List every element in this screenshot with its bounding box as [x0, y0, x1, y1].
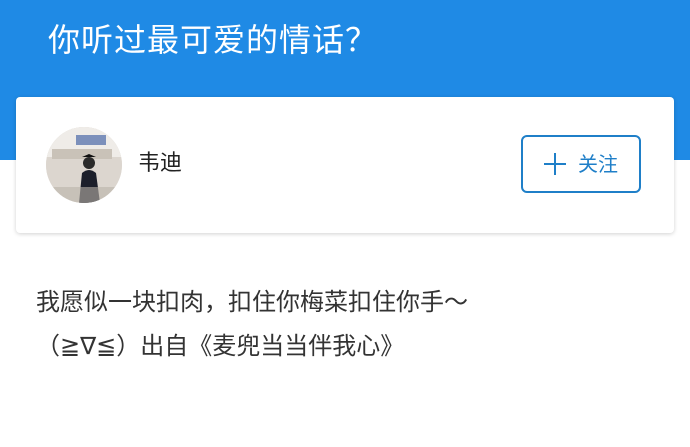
user-avatar-photo-icon — [46, 127, 122, 203]
question-title[interactable]: 你听过最可爱的情话？ — [48, 16, 378, 64]
answer-line: （≧∇≦）出自《麦兜当当伴我心》 — [36, 332, 405, 360]
avatar[interactable] — [46, 127, 122, 203]
answer-body: 我愿似一块扣肉，扣住你梅菜扣住你手～ （≧∇≦）出自《麦兜当当伴我心》 — [36, 280, 656, 368]
author-card: 韦迪 关注 — [16, 97, 674, 233]
follow-button[interactable]: 关注 — [521, 135, 641, 193]
answer-page: 你听过最可爱的情话？ 韦迪 关注 我愿似一块扣肉，扣住你梅菜扣住你手～ （≧∇≦… — [0, 0, 690, 447]
answer-line: 我愿似一块扣肉，扣住你梅菜扣住你手～ — [36, 288, 468, 316]
follow-label: 关注 — [578, 152, 618, 176]
author-name[interactable]: 韦迪 — [138, 149, 182, 179]
plus-icon — [544, 153, 566, 175]
